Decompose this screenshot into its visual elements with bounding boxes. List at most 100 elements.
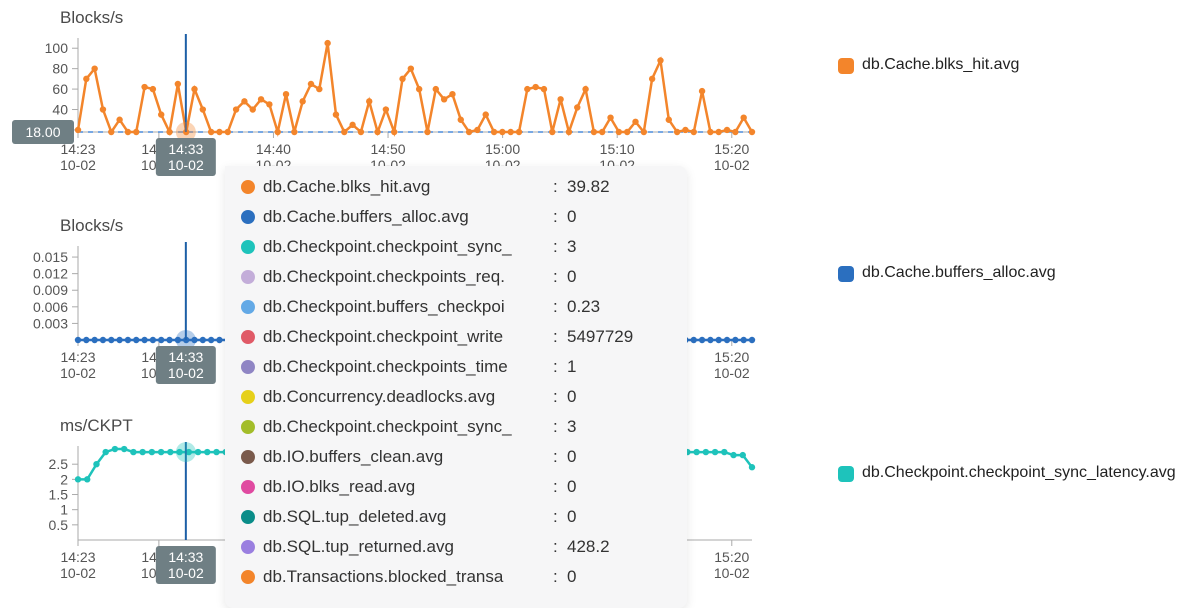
series-dot — [241, 420, 255, 434]
svg-text:0.015: 0.015 — [33, 249, 68, 265]
tooltip-row: db.IO.blks_read.avg: 0 — [225, 472, 687, 502]
svg-text:0.012: 0.012 — [33, 266, 68, 282]
tooltip-series-name: db.Checkpoint.checkpoints_req. — [263, 267, 553, 287]
tooltip-series-name: db.Concurrency.deadlocks.avg — [263, 387, 553, 407]
svg-text:0.006: 0.006 — [33, 299, 68, 315]
svg-text:10-02: 10-02 — [168, 157, 204, 173]
tooltip-row: db.Checkpoint.checkpoint_write: 5497729 — [225, 322, 687, 352]
svg-text:15:10: 15:10 — [600, 141, 635, 157]
legend-swatch — [838, 466, 854, 482]
tooltip-series-value: 3 — [567, 417, 677, 437]
svg-text:14:50: 14:50 — [371, 141, 406, 157]
svg-text:10-02: 10-02 — [168, 365, 204, 381]
legend-item-2[interactable]: db.Cache.buffers_alloc.avg — [838, 264, 1056, 282]
svg-text:1: 1 — [60, 502, 68, 518]
hover-tooltip: db.Cache.blks_hit.avg: 39.82db.Cache.buf… — [225, 166, 687, 608]
tooltip-series-value: 0 — [567, 207, 677, 227]
y-axis-title: Blocks/s — [60, 8, 792, 28]
svg-text:2.5: 2.5 — [49, 456, 69, 472]
tooltip-series-name: db.SQL.tup_returned.avg — [263, 537, 553, 557]
svg-text:60: 60 — [52, 81, 68, 97]
svg-text:10-02: 10-02 — [60, 157, 96, 173]
legend-swatch — [838, 266, 854, 282]
svg-text:80: 80 — [52, 61, 68, 77]
svg-text:18.00: 18.00 — [25, 124, 60, 140]
svg-text:15:20: 15:20 — [714, 141, 749, 157]
tooltip-row: db.Cache.buffers_alloc.avg: 0 — [225, 202, 687, 232]
svg-text:14:40: 14:40 — [256, 141, 291, 157]
svg-text:10-02: 10-02 — [168, 565, 204, 581]
tooltip-series-value: 5497729 — [567, 327, 677, 347]
series-dot — [241, 240, 255, 254]
tooltip-row: db.Transactions.blocked_transa: 0 — [225, 562, 687, 592]
svg-text:14:33: 14:33 — [168, 141, 203, 157]
svg-text:0.5: 0.5 — [49, 517, 69, 533]
tooltip-series-value: 0.23 — [567, 297, 677, 317]
tooltip-row: db.SQL.tup_returned.avg: 428.2 — [225, 532, 687, 562]
tooltip-series-value: 0 — [567, 477, 677, 497]
tooltip-row: db.Concurrency.deadlocks.avg: 0 — [225, 382, 687, 412]
tooltip-series-name: db.Checkpoint.checkpoint_write — [263, 327, 553, 347]
series-dot — [241, 510, 255, 524]
tooltip-series-name: db.Checkpoint.checkpoint_sync_ — [263, 237, 553, 257]
svg-text:2: 2 — [60, 471, 68, 487]
series-dot — [241, 450, 255, 464]
series-dot — [241, 180, 255, 194]
legend-text: db.Cache.blks_hit.avg — [862, 56, 1019, 74]
tooltip-series-name: db.Cache.blks_hit.avg — [263, 177, 553, 197]
tooltip-row: db.IO.buffers_clean.avg: 0 — [225, 442, 687, 472]
series-dot — [241, 540, 255, 554]
tooltip-series-name: db.Checkpoint.buffers_checkpoi — [263, 297, 553, 317]
tooltip-series-value: 0 — [567, 567, 677, 587]
tooltip-row: db.Checkpoint.checkpoint_sync_: 3 — [225, 232, 687, 262]
chart-panel-1: Blocks/s 2040608010014:2310-0214:3010-02… — [12, 8, 792, 192]
legend-text: db.Cache.buffers_alloc.avg — [862, 264, 1056, 282]
svg-text:10-02: 10-02 — [60, 565, 96, 581]
svg-text:14:23: 14:23 — [60, 349, 95, 365]
tooltip-series-name: db.Checkpoint.checkpoints_time — [263, 357, 553, 377]
legend-item-1[interactable]: db.Cache.blks_hit.avg — [838, 56, 1019, 74]
tooltip-row: db.Cache.blks_hit.avg: 39.82 — [225, 172, 687, 202]
series-dot — [241, 570, 255, 584]
tooltip-row: db.Checkpoint.checkpoints_time: 1 — [225, 352, 687, 382]
tooltip-row: db.SQL.tup_deleted.avg: 0 — [225, 502, 687, 532]
dashboard: Blocks/s 2040608010014:2310-0214:3010-02… — [0, 0, 1200, 608]
svg-text:15:00: 15:00 — [485, 141, 520, 157]
legend-item-3[interactable]: db.Checkpoint.checkpoint_sync_latency.av… — [838, 464, 1176, 482]
series-dot — [241, 300, 255, 314]
legend-text: db.Checkpoint.checkpoint_sync_latency.av… — [862, 464, 1176, 482]
svg-text:14:33: 14:33 — [168, 549, 203, 565]
svg-text:100: 100 — [45, 40, 69, 56]
series-dot — [241, 480, 255, 494]
tooltip-series-name: db.Transactions.blocked_transa — [263, 567, 553, 587]
svg-text:0.003: 0.003 — [33, 315, 68, 331]
tooltip-series-name: db.IO.buffers_clean.avg — [263, 447, 553, 467]
tooltip-series-value: 0 — [567, 387, 677, 407]
legend-swatch — [838, 58, 854, 74]
svg-text:1.5: 1.5 — [49, 487, 69, 503]
tooltip-series-value: 0 — [567, 447, 677, 467]
tooltip-row: db.Checkpoint.checkpoints_req.: 0 — [225, 262, 687, 292]
tooltip-series-value: 0 — [567, 267, 677, 287]
svg-text:10-02: 10-02 — [60, 365, 96, 381]
tooltip-series-name: db.Checkpoint.checkpoint_sync_ — [263, 417, 553, 437]
tooltip-row: db.Checkpoint.checkpoint_sync_: 3 — [225, 412, 687, 442]
svg-text:10-02: 10-02 — [714, 565, 750, 581]
tooltip-series-value: 39.82 — [567, 177, 677, 197]
svg-text:15:20: 15:20 — [714, 549, 749, 565]
tooltip-series-name: db.IO.blks_read.avg — [263, 477, 553, 497]
tooltip-series-value: 0 — [567, 507, 677, 527]
tooltip-series-value: 3 — [567, 237, 677, 257]
svg-text:15:20: 15:20 — [714, 349, 749, 365]
svg-text:0.009: 0.009 — [33, 282, 68, 298]
tooltip-series-name: db.Cache.buffers_alloc.avg — [263, 207, 553, 227]
svg-text:10-02: 10-02 — [714, 365, 750, 381]
series-dot — [241, 270, 255, 284]
tooltip-row: db.Checkpoint.buffers_checkpoi: 0.23 — [225, 292, 687, 322]
tooltip-series-name: db.SQL.tup_deleted.avg — [263, 507, 553, 527]
series-dot — [241, 330, 255, 344]
svg-text:10-02: 10-02 — [714, 157, 750, 173]
svg-text:40: 40 — [52, 102, 68, 118]
svg-text:14:23: 14:23 — [60, 549, 95, 565]
tooltip-series-value: 428.2 — [567, 537, 677, 557]
